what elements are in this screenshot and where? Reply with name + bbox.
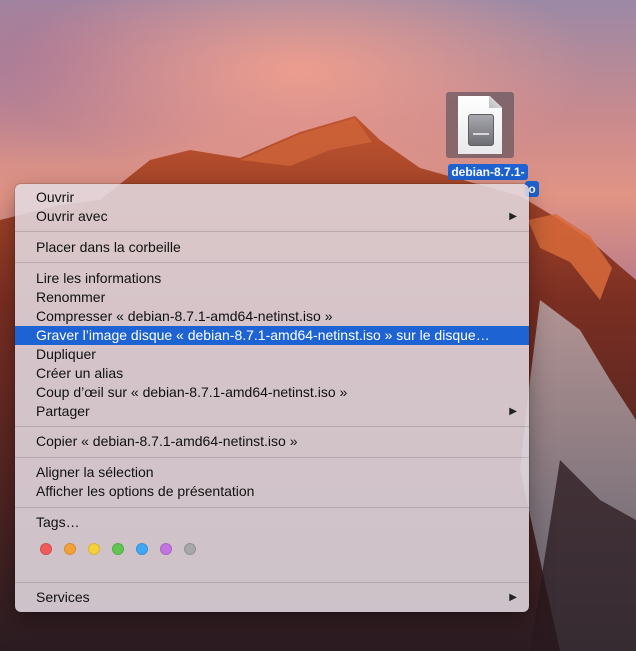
menu-item-dupliquer[interactable]: Dupliquer [15, 345, 529, 364]
menu-item-label: Afficher les options de présentation [36, 483, 255, 499]
menu-item-partager[interactable]: Partager ▶ [15, 402, 529, 421]
menu-item-aligner-selection[interactable]: Aligner la sélection [15, 463, 529, 482]
menu-separator [15, 507, 529, 508]
submenu-arrow-icon: ▶ [509, 211, 517, 222]
menu-item-lire-informations[interactable]: Lire les informations [15, 269, 529, 288]
tag-red-dot[interactable] [40, 543, 52, 555]
menu-item-renommer[interactable]: Renommer [15, 288, 529, 307]
menu-item-options-presentation[interactable]: Afficher les options de présentation [15, 482, 529, 501]
menu-item-label: Renommer [36, 289, 106, 305]
tag-orange-dot[interactable] [64, 543, 76, 555]
menu-separator [15, 582, 529, 583]
menu-item-label: Copier « debian-8.7.1-amd64-netinst.iso … [36, 433, 298, 449]
menu-item-coup-oeil[interactable]: Coup d’œil sur « debian-8.7.1-amd64-neti… [15, 383, 529, 402]
menu-item-label: Créer un alias [36, 365, 124, 381]
menu-item-label: Tags… [36, 514, 80, 530]
menu-item-ouvrir[interactable]: Ouvrir [15, 188, 529, 207]
tag-purple-dot[interactable] [160, 543, 172, 555]
tag-gray-dot[interactable] [184, 543, 196, 555]
menu-item-creer-alias[interactable]: Créer un alias [15, 364, 529, 383]
menu-separator [15, 262, 529, 263]
menu-separator [15, 426, 529, 427]
file-name-line-1: debian-8.7.1- [448, 164, 528, 180]
menu-item-copier[interactable]: Copier « debian-8.7.1-amd64-netinst.iso … [15, 432, 529, 451]
tag-yellow-dot[interactable] [88, 543, 100, 555]
menu-item-label: Aligner la sélection [36, 464, 154, 480]
menu-item-label: Compresser « debian-8.7.1-amd64-netinst.… [36, 308, 333, 324]
menu-item-label: Placer dans la corbeille [36, 239, 181, 255]
disk-image-icon [468, 114, 494, 146]
menu-item-label: Ouvrir avec [36, 208, 108, 224]
menu-item-tags[interactable]: Tags… [15, 513, 529, 532]
file-icon-tile[interactable] [446, 92, 514, 158]
tag-green-dot[interactable] [112, 543, 124, 555]
menu-item-label: Dupliquer [36, 346, 96, 362]
menu-item-corbeille[interactable]: Placer dans la corbeille [15, 238, 529, 257]
tag-blue-dot[interactable] [136, 543, 148, 555]
menu-item-graver-image-disque[interactable]: Graver l’image disque « debian-8.7.1-amd… [15, 326, 529, 345]
menu-item-label: Graver l’image disque « debian-8.7.1-amd… [36, 327, 490, 343]
menu-separator [15, 231, 529, 232]
menu-item-label: Services [36, 589, 90, 605]
menu-item-label: Coup d’œil sur « debian-8.7.1-amd64-neti… [36, 384, 348, 400]
menu-item-services[interactable]: Services ▶ [15, 588, 529, 607]
menu-item-label: Lire les informations [36, 270, 162, 286]
submenu-arrow-icon: ▶ [509, 406, 517, 417]
menu-item-compresser[interactable]: Compresser « debian-8.7.1-amd64-netinst.… [15, 307, 529, 326]
menu-separator [15, 457, 529, 458]
menu-item-ouvrir-avec[interactable]: Ouvrir avec ▶ [15, 207, 529, 226]
submenu-arrow-icon: ▶ [509, 592, 517, 603]
menu-item-label: Ouvrir [36, 189, 75, 205]
menu-item-label: Partager [36, 403, 90, 419]
context-menu: Ouvrir Ouvrir avec ▶ Placer dans la corbe… [15, 184, 529, 612]
